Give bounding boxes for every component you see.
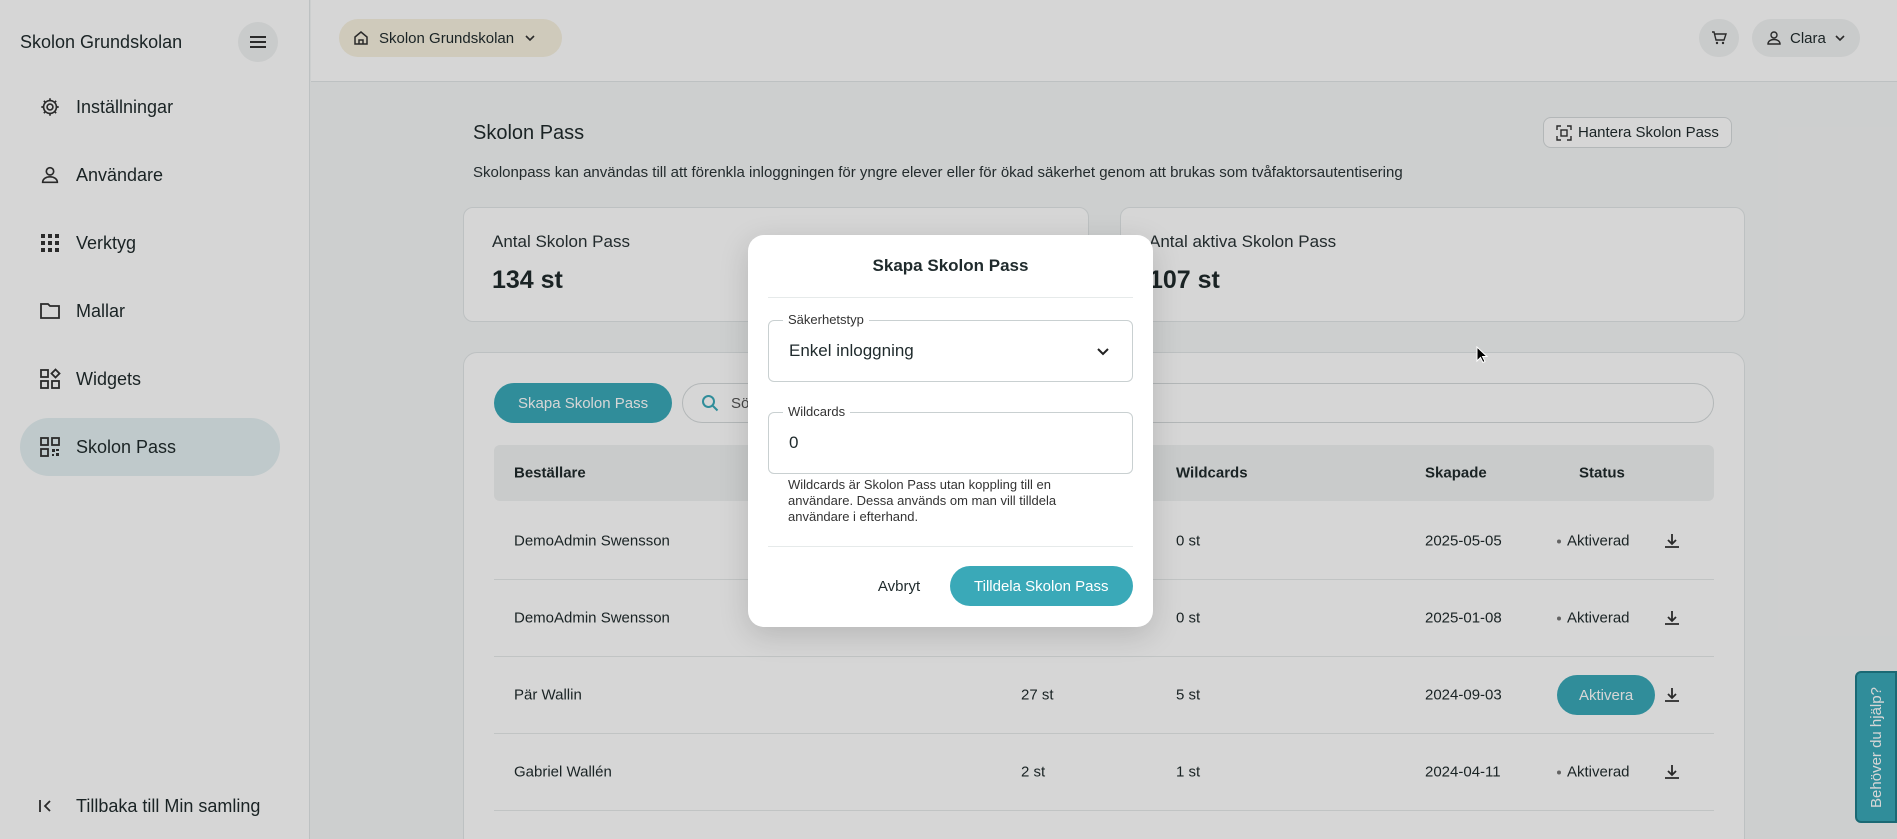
wildcards-field[interactable]: Wildcards 0 (768, 404, 1133, 474)
assign-pass-button[interactable]: Tilldela Skolon Pass (950, 566, 1133, 606)
create-pass-dialog: Skapa Skolon Pass Säkerhetstyp Enkel inl… (748, 235, 1153, 627)
cancel-button[interactable]: Avbryt (860, 566, 938, 606)
chevron-down-icon (1097, 348, 1109, 356)
mouse-cursor-icon (1476, 346, 1488, 364)
field-value: Enkel inloggning (789, 341, 914, 360)
security-type-select[interactable]: Säkerhetstyp Enkel inloggning (768, 312, 1133, 382)
divider (768, 297, 1133, 298)
field-label: Säkerhetstyp (783, 312, 869, 327)
field-label: Wildcards (783, 404, 851, 419)
wildcards-hint: Wildcards är Skolon Pass utan koppling t… (788, 477, 1057, 524)
field-value: 0 (789, 433, 799, 452)
divider (768, 546, 1133, 547)
dialog-title: Skapa Skolon Pass (872, 256, 1029, 275)
